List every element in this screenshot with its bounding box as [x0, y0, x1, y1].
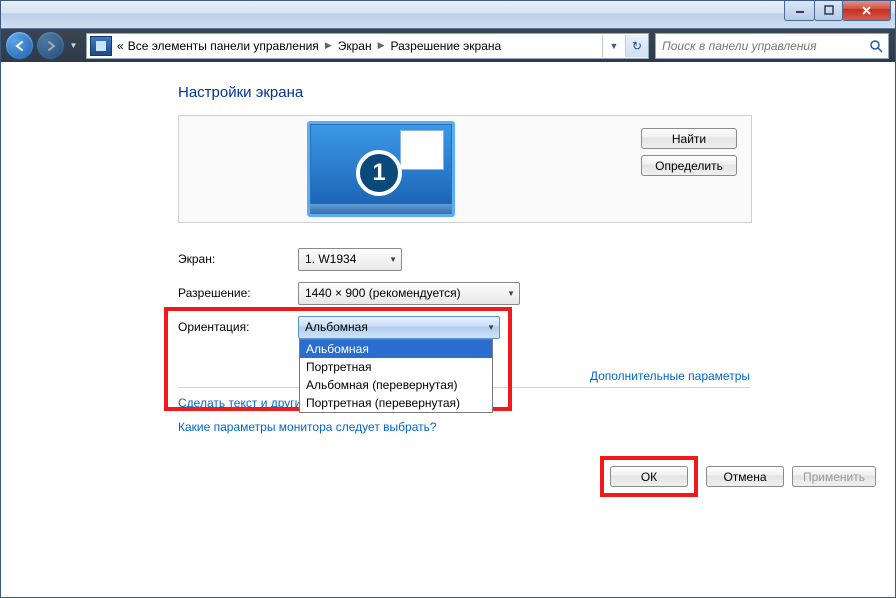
tutorial-highlight-box: ОК	[600, 456, 698, 497]
advanced-settings-link[interactable]: Дополнительные параметры	[590, 369, 750, 383]
display-value: 1. W1934	[305, 252, 356, 266]
maximize-button[interactable]	[814, 0, 843, 21]
window-controls	[785, 0, 891, 21]
help-link[interactable]: Какие параметры монитора следует выбрать…	[178, 420, 437, 434]
resolution-combo[interactable]: 1440 × 900 (рекомендуется) ▼	[298, 282, 520, 305]
preview-taskbar	[310, 204, 452, 214]
breadcrumb-item[interactable]: Экран	[336, 39, 374, 53]
close-button[interactable]	[842, 0, 891, 21]
apply-button[interactable]: Применить	[792, 466, 876, 487]
window-frame: ▼ « Все элементы панели управления ▶ Экр…	[0, 0, 896, 598]
orientation-combo[interactable]: Альбомная ▼ Альбомная Портретная Альбомн…	[298, 316, 500, 339]
orientation-value: Альбомная	[305, 320, 368, 334]
preview-window-icon	[400, 130, 444, 170]
navigation-bar: ▼ « Все элементы панели управления ▶ Экр…	[1, 29, 895, 62]
orientation-option[interactable]: Альбомная (перевернутая)	[300, 376, 492, 394]
breadcrumb-item[interactable]: Разрешение экрана	[389, 39, 504, 53]
address-dropdown-button[interactable]: ▼	[602, 35, 625, 57]
resolution-label: Разрешение:	[178, 286, 298, 300]
chevron-down-icon: ▼	[481, 323, 495, 332]
breadcrumb-item[interactable]: Все элементы панели управления	[126, 39, 321, 53]
address-bar[interactable]: « Все элементы панели управления ▶ Экран…	[86, 33, 649, 59]
breadcrumb-prefix: «	[115, 39, 126, 53]
breadcrumb-separator: ▶	[321, 40, 336, 51]
forward-button[interactable]	[36, 31, 65, 60]
orientation-option[interactable]: Портретная (перевернутая)	[300, 394, 492, 412]
search-icon[interactable]	[864, 39, 888, 53]
breadcrumb-separator: ▶	[374, 40, 389, 51]
chevron-down-icon: ▼	[383, 255, 397, 264]
settings-form: Экран: 1. W1934 ▼ Разрешение: 1440 × 900…	[178, 245, 750, 341]
orientation-option[interactable]: Альбомная	[300, 340, 492, 358]
monitor-number: 1	[356, 150, 402, 196]
chevron-down-icon: ▼	[501, 289, 515, 298]
identify-button[interactable]: Определить	[641, 155, 737, 176]
content-area: Настройки экрана 1 Найти Определить Экра…	[8, 66, 888, 590]
orientation-label: Ориентация:	[178, 320, 298, 334]
nav-history-dropdown[interactable]: ▼	[67, 35, 80, 57]
search-input[interactable]	[656, 36, 864, 56]
ok-button[interactable]: ОК	[610, 466, 688, 487]
text-size-link[interactable]: Сделать текст и другие	[178, 396, 308, 410]
page-title: Настройки экрана	[178, 84, 888, 101]
control-panel-icon	[90, 36, 112, 56]
cancel-button[interactable]: Отмена	[706, 466, 784, 487]
display-label: Экран:	[178, 252, 298, 266]
find-button[interactable]: Найти	[641, 128, 737, 149]
refresh-button[interactable]: ↻	[625, 35, 648, 57]
display-combo[interactable]: 1. W1934 ▼	[298, 248, 402, 271]
search-box[interactable]	[655, 33, 889, 59]
monitor-preview-box: 1 Найти Определить	[178, 115, 752, 223]
titlebar[interactable]	[1, 1, 895, 29]
monitor-thumbnail[interactable]: 1	[307, 121, 455, 217]
minimize-button[interactable]	[784, 0, 815, 21]
orientation-dropdown: Альбомная Портретная Альбомная (переверн…	[299, 339, 493, 413]
dialog-buttons: ОК Отмена Применить	[600, 456, 876, 497]
resolution-value: 1440 × 900 (рекомендуется)	[305, 286, 461, 300]
back-button[interactable]	[5, 31, 34, 60]
orientation-option[interactable]: Портретная	[300, 358, 492, 376]
